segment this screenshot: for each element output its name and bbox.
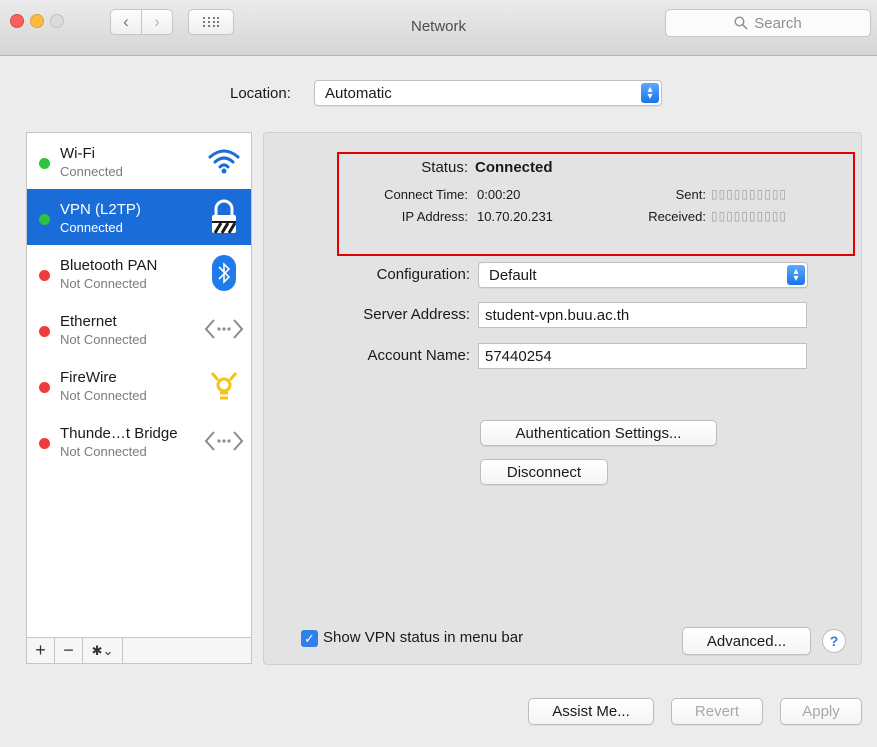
status-dot bbox=[39, 158, 50, 169]
service-name: Bluetooth PAN bbox=[60, 257, 158, 274]
thunderbolt-bridge-icon bbox=[203, 421, 245, 461]
configuration-select[interactable]: Default ▴ ▾ bbox=[478, 262, 808, 288]
checkmark-icon: ✓ bbox=[304, 630, 315, 646]
service-status: Not Connected bbox=[60, 276, 147, 291]
service-item-ethernet[interactable]: Ethernet Not Connected bbox=[27, 301, 251, 357]
ip-address-label: IP Address: bbox=[401, 209, 468, 224]
service-status: Connected bbox=[60, 164, 123, 179]
status-dot bbox=[39, 270, 50, 281]
service-item-vpn[interactable]: VPN (L2TP) Connected bbox=[27, 189, 251, 245]
status-dot bbox=[39, 214, 50, 225]
service-name: Wi-Fi bbox=[60, 145, 95, 162]
service-status: Not Connected bbox=[60, 388, 147, 403]
bluetooth-icon bbox=[203, 253, 245, 293]
action-menu-button[interactable]: ✱⌄ bbox=[83, 638, 123, 663]
ethernet-icon bbox=[203, 309, 245, 349]
service-name: Ethernet bbox=[60, 313, 117, 330]
location-label: Location: bbox=[230, 85, 291, 102]
service-item-thunderbolt-bridge[interactable]: Thunde…t Bridge Not Connected bbox=[27, 413, 251, 469]
service-status: Not Connected bbox=[60, 332, 147, 347]
firewire-icon bbox=[203, 365, 245, 405]
service-status: Connected bbox=[60, 220, 123, 235]
vpn-lock-icon bbox=[203, 197, 245, 237]
search-field[interactable]: Search bbox=[665, 9, 871, 37]
revert-button[interactable]: Revert bbox=[671, 698, 763, 725]
configuration-label: Configuration: bbox=[376, 266, 470, 283]
assist-me-button[interactable]: Assist Me... bbox=[528, 698, 654, 725]
disconnect-button[interactable]: Disconnect bbox=[480, 459, 608, 485]
search-placeholder: Search bbox=[754, 14, 802, 32]
configuration-value: Default bbox=[489, 266, 537, 284]
service-list: Wi-Fi Connected VPN (L2TP) Connected Blu… bbox=[26, 132, 252, 638]
service-item-wifi[interactable]: Wi-Fi Connected bbox=[27, 133, 251, 189]
received-label: Received: bbox=[648, 209, 706, 224]
show-vpn-status-checkbox[interactable]: ✓ bbox=[301, 630, 318, 647]
service-item-bluetooth-pan[interactable]: Bluetooth PAN Not Connected bbox=[27, 245, 251, 301]
show-vpn-status-label: Show VPN status in menu bar bbox=[323, 629, 524, 646]
location-select[interactable]: Automatic ▴ ▾ bbox=[314, 80, 662, 106]
status-dot bbox=[39, 382, 50, 393]
service-item-firewire[interactable]: FireWire Not Connected bbox=[27, 357, 251, 413]
account-name-input[interactable]: 57440254 bbox=[478, 343, 807, 369]
connect-time-label: Connect Time: bbox=[384, 187, 468, 202]
received-meter: ▯▯▯▯▯▯▯▯▯▯ bbox=[711, 209, 788, 223]
status-dot bbox=[39, 438, 50, 449]
service-name: Thunde…t Bridge bbox=[60, 425, 178, 442]
advanced-button[interactable]: Advanced... bbox=[682, 627, 811, 655]
location-value: Automatic bbox=[325, 84, 392, 102]
ip-address-value: 10.70.20.231 bbox=[477, 209, 553, 224]
sent-meter: ▯▯▯▯▯▯▯▯▯▯ bbox=[711, 187, 788, 201]
remove-service-button[interactable]: − bbox=[55, 638, 83, 663]
gear-icon: ✱⌄ bbox=[91, 642, 114, 658]
apply-button[interactable]: Apply bbox=[780, 698, 862, 725]
server-address-label: Server Address: bbox=[363, 306, 470, 323]
status-value: Connected bbox=[475, 159, 553, 176]
updown-arrows-icon: ▴ ▾ bbox=[641, 83, 659, 103]
status-label: Status: bbox=[421, 159, 468, 176]
service-status: Not Connected bbox=[60, 444, 147, 459]
account-name-label: Account Name: bbox=[367, 347, 470, 364]
server-address-input[interactable]: student-vpn.buu.ac.th bbox=[478, 302, 807, 328]
sent-label: Sent: bbox=[675, 187, 706, 202]
connect-time-value: 0:00:20 bbox=[477, 187, 521, 202]
status-dot bbox=[39, 326, 50, 337]
service-name: VPN (L2TP) bbox=[60, 201, 141, 218]
service-list-toolbar: + − ✱⌄ bbox=[26, 637, 252, 664]
help-button[interactable]: ? bbox=[822, 629, 846, 653]
search-icon bbox=[734, 16, 748, 30]
updown-arrows-icon: ▴ ▾ bbox=[787, 265, 805, 285]
add-service-button[interactable]: + bbox=[27, 638, 55, 663]
title-bar: ‹ › Network Search bbox=[0, 0, 877, 56]
wifi-icon bbox=[203, 141, 245, 181]
authentication-settings-button[interactable]: Authentication Settings... bbox=[480, 420, 717, 446]
service-name: FireWire bbox=[60, 369, 117, 386]
